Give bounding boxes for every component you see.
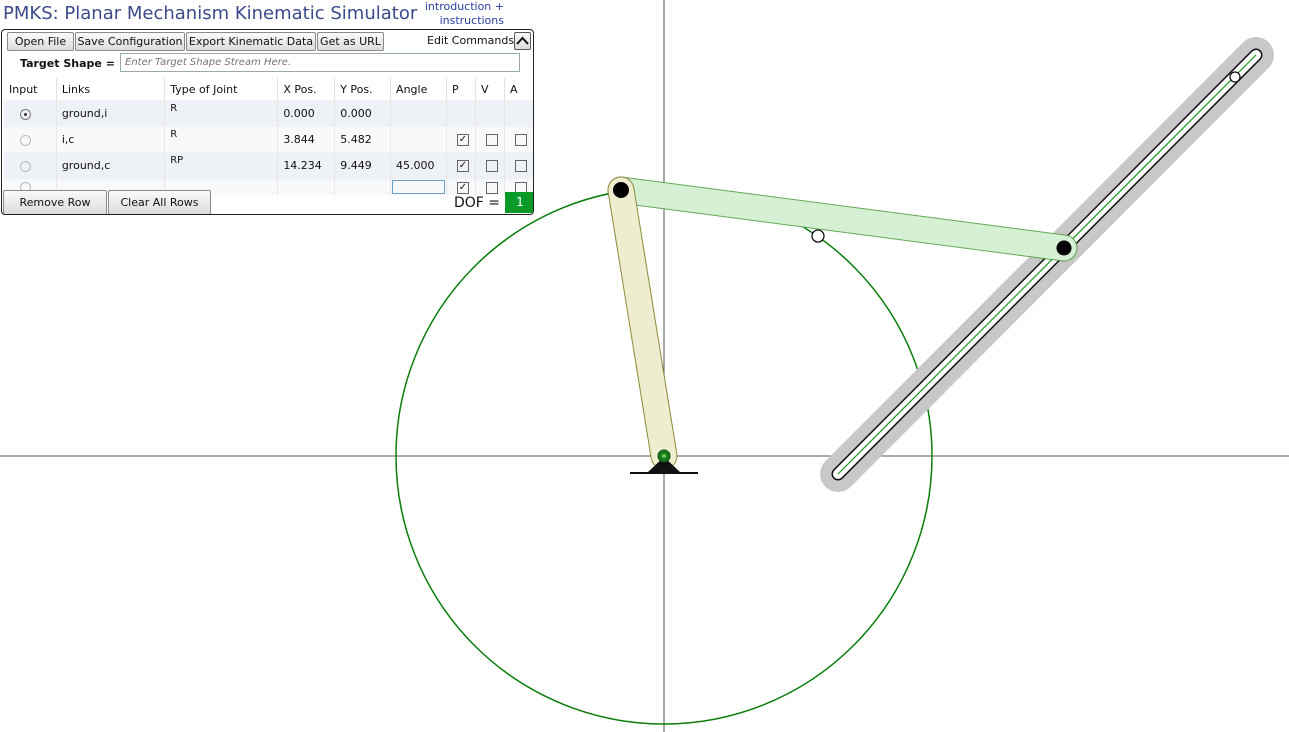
open-file-button[interactable]: Open File	[7, 32, 74, 51]
links-cell[interactable]: ground,c	[56, 152, 166, 179]
link-i[interactable]	[607, 176, 678, 470]
v-cell[interactable]	[475, 126, 505, 153]
show-velocity-checkbox[interactable]	[485, 160, 498, 172]
x-pos-cell[interactable]: 14.234	[277, 152, 336, 179]
links-cell[interactable]: i,c	[56, 126, 166, 153]
p-cell[interactable]: ✓	[446, 152, 476, 179]
joint-ground-c-slider[interactable]	[1056, 240, 1072, 256]
header-type: Type of Joint	[164, 78, 279, 101]
header-p: P	[446, 78, 476, 101]
header-links: Links	[56, 78, 166, 101]
p-cell[interactable]: ✓	[446, 178, 476, 195]
header-a: A	[504, 78, 533, 101]
joint-table: Input Links Type of Joint X Pos. Y Pos. …	[4, 78, 533, 195]
p-cell[interactable]: ✓	[446, 126, 476, 153]
slider-point-marker	[1229, 71, 1241, 83]
angle-cell[interactable]	[390, 100, 447, 127]
joint-type-cell[interactable]: R	[164, 100, 279, 127]
joint-ground-i-center	[662, 454, 666, 458]
header-y: Y Pos.	[334, 78, 392, 101]
show-path-checkbox[interactable]: ✓	[456, 160, 469, 172]
v-cell[interactable]	[475, 178, 505, 195]
input-radio[interactable]	[20, 160, 31, 172]
links-cell[interactable]: ground,i	[56, 100, 166, 127]
show-path-checkbox[interactable]: ✓	[456, 181, 469, 194]
input-radio[interactable]	[20, 108, 31, 120]
help-link[interactable]: introduction + instructions	[422, 0, 504, 28]
a-cell[interactable]	[504, 126, 533, 153]
a-cell	[504, 100, 533, 127]
save-configuration-button[interactable]: Save Configuration	[75, 32, 185, 51]
header-v: V	[475, 78, 505, 101]
show-velocity-checkbox[interactable]	[485, 134, 498, 146]
x-pos-cell[interactable]: 0.000	[277, 100, 336, 127]
x-pos-cell[interactable]	[277, 178, 336, 195]
table-row[interactable]: i,c R 3.844 5.482 ✓	[4, 126, 533, 153]
input-radio-cell[interactable]	[4, 100, 57, 127]
help-link-line1[interactable]: introduction +	[422, 0, 504, 14]
header-input: Input	[4, 78, 57, 101]
y-pos-cell[interactable]: 5.482	[334, 126, 392, 153]
chevron-up-icon	[516, 36, 529, 45]
table-row[interactable]: ground,c RP 14.234 9.449 45.000 ✓	[4, 152, 533, 179]
linkage-table-panel: Open File Save Configuration Export Kine…	[1, 29, 534, 215]
angle-cell[interactable]: 45.000	[390, 152, 447, 179]
help-link-line2[interactable]: instructions	[422, 14, 504, 28]
export-kinematic-data-button[interactable]: Export Kinematic Data	[186, 32, 316, 51]
joint-i-c[interactable]	[613, 182, 629, 198]
clear-all-rows-button[interactable]: Clear All Rows	[108, 190, 211, 214]
remove-row-button[interactable]: Remove Row	[3, 190, 107, 214]
y-pos-cell[interactable]	[334, 178, 392, 195]
y-pos-cell[interactable]: 0.000	[334, 100, 392, 127]
coupler-point-marker	[811, 229, 825, 243]
a-cell[interactable]	[504, 152, 533, 179]
link-c[interactable]	[607, 176, 1078, 262]
angle-cell[interactable]	[390, 126, 447, 153]
show-acceleration-checkbox[interactable]	[514, 160, 527, 172]
input-radio-cell[interactable]	[4, 152, 57, 179]
header-x: X Pos.	[277, 78, 336, 101]
dof-value-badge: 1	[505, 192, 533, 213]
show-velocity-checkbox[interactable]	[485, 181, 498, 194]
joint-type-cell[interactable]: R	[164, 126, 279, 153]
slider-link[interactable]	[820, 37, 1274, 492]
dof-label: DOF =	[454, 195, 501, 211]
show-acceleration-checkbox[interactable]	[514, 134, 527, 146]
header-angle: Angle	[390, 78, 447, 101]
v-cell[interactable]	[475, 152, 505, 179]
v-cell	[475, 100, 505, 127]
joint-table-header: Input Links Type of Joint X Pos. Y Pos. …	[4, 78, 533, 101]
x-pos-cell[interactable]: 3.844	[277, 126, 336, 153]
collapse-panel-button[interactable]	[514, 32, 531, 50]
y-pos-cell[interactable]: 9.449	[334, 152, 392, 179]
app-title: PMKS: Planar Mechanism Kinematic Simulat…	[3, 3, 418, 24]
joint-type-cell[interactable]: RP	[164, 152, 279, 179]
edit-commands-label[interactable]: Edit Commands	[427, 34, 514, 47]
p-cell	[446, 100, 476, 127]
angle-cell-active[interactable]	[390, 178, 447, 195]
target-shape-label: Target Shape =	[20, 57, 115, 70]
show-path-checkbox[interactable]: ✓	[456, 134, 469, 146]
table-row[interactable]: ground,i R 0.000 0.000	[4, 100, 533, 127]
get-as-url-button[interactable]: Get as URL	[317, 32, 384, 51]
input-radio-cell[interactable]	[4, 126, 57, 153]
input-radio[interactable]	[20, 134, 31, 146]
target-shape-input[interactable]	[120, 53, 520, 72]
